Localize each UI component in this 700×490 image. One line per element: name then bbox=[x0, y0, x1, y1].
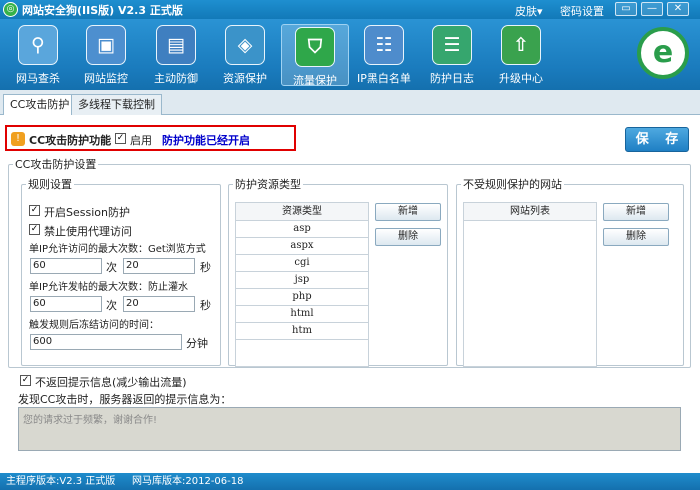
password-settings-link[interactable]: 密码设置 bbox=[560, 3, 604, 19]
toolbar-label: 主动防御 bbox=[154, 72, 198, 85]
list-item[interactable]: asp bbox=[236, 221, 368, 238]
tab-bar: CC攻击防护 多线程下载控制 bbox=[0, 90, 700, 116]
no-return-label: 不返回提示信息(减少输出流量) bbox=[35, 376, 187, 389]
app-window: ◎ 网站安全狗(IIS版) V2.3 正式版 皮肤▾ 密码设置 ▭ — ✕ ⚲ … bbox=[0, 0, 700, 490]
tab-cc-protection[interactable]: CC攻击防护 bbox=[3, 94, 77, 116]
resource-types-group: 防护资源类型 资源类型 asp aspx cgi jsp php html ht… bbox=[228, 176, 448, 367]
save-button[interactable]: 保 存 bbox=[625, 127, 689, 152]
toolbar-label: 资源保护 bbox=[223, 72, 267, 85]
db-version-text: 网马库版本:2012-06-18 bbox=[132, 476, 244, 487]
skin-menu[interactable]: 皮肤▾ bbox=[515, 3, 543, 19]
exempt-sites-legend: 不受规则保护的网站 bbox=[463, 178, 562, 191]
active-defense-icon: ▤ bbox=[156, 25, 196, 65]
toolbar-label: 网站监控 bbox=[84, 72, 128, 85]
minimize-button[interactable]: — bbox=[641, 2, 663, 16]
window-menu-icon: ▭ bbox=[621, 3, 631, 14]
close-button[interactable]: ✕ bbox=[667, 2, 689, 16]
minutes-unit: 分钟 bbox=[186, 337, 208, 350]
post-count-input[interactable]: 60 bbox=[30, 296, 102, 312]
window-title: 网站安全狗(IIS版) V2.3 正式版 bbox=[22, 4, 183, 17]
toolbar-label: 网马查杀 bbox=[16, 72, 60, 85]
site-list-header: 网站列表 bbox=[464, 203, 596, 221]
rules-group: 规则设置 ✓ 开启Session防护 ✓ 禁止使用代理访问 单IP允许访问的最大… bbox=[21, 176, 221, 366]
toolbar-label: IP黑白名单 bbox=[357, 72, 411, 85]
close-icon: ✕ bbox=[673, 3, 683, 14]
seconds-unit: 秒 bbox=[200, 261, 211, 274]
monitor-icon: ▣ bbox=[86, 25, 126, 65]
toolbar-label: 流量保护 bbox=[293, 74, 337, 87]
exempt-sites-group: 不受规则保护的网站 网站列表 新增 删除 bbox=[456, 176, 684, 367]
shield-warning-icon: ! bbox=[11, 132, 25, 146]
cc-enable-section: ! CC攻击防护功能 ✓ 启用 防护功能已经开启 bbox=[5, 125, 296, 151]
resource-list-header: 资源类型 bbox=[236, 203, 368, 221]
exempt-site-list[interactable]: 网站列表 bbox=[463, 202, 597, 367]
resource-type-list[interactable]: 资源类型 asp aspx cgi jsp php html htm bbox=[235, 202, 369, 367]
tab-download-control[interactable]: 多线程下载控制 bbox=[71, 94, 162, 115]
toolbar-site-monitor[interactable]: ▣ 网站监控 bbox=[72, 23, 140, 87]
return-message-label: 发现CC攻击时，服务器返回的提示信息为： bbox=[18, 393, 232, 406]
cc-enable-label: 启用 bbox=[130, 134, 152, 147]
no-return-checkbox[interactable]: ✓ bbox=[20, 375, 31, 386]
resource-types-legend: 防护资源类型 bbox=[235, 178, 301, 191]
freeze-time-label: 触发规则后冻结访问的时间： bbox=[29, 320, 159, 331]
trojan-scan-icon: ⚲ bbox=[18, 25, 58, 65]
cc-settings-legend: CC攻击防护设置 bbox=[15, 158, 97, 171]
title-bar: ◎ 网站安全狗(IIS版) V2.3 正式版 皮肤▾ 密码设置 ▭ — ✕ bbox=[0, 0, 700, 19]
ip-list-icon: ☷ bbox=[364, 25, 404, 65]
times-unit: 次 bbox=[106, 261, 117, 274]
log-icon: ☰ bbox=[432, 25, 472, 65]
list-item[interactable]: html bbox=[236, 306, 368, 323]
add-resource-button[interactable]: 新增 bbox=[375, 203, 441, 221]
status-bar: 主程序版本:V2.3 正式版 网马库版本:2012-06-18 bbox=[0, 473, 700, 490]
toolbar-trojan-scan[interactable]: ⚲ 网马查杀 bbox=[4, 23, 72, 87]
session-checkbox[interactable]: ✓ bbox=[29, 205, 40, 216]
seconds-unit: 秒 bbox=[200, 299, 211, 312]
upgrade-icon: ⇧ bbox=[501, 25, 541, 65]
list-item[interactable]: aspx bbox=[236, 238, 368, 255]
post-seconds-input[interactable]: 20 bbox=[123, 296, 195, 312]
visit-count-input[interactable]: 60 bbox=[30, 258, 102, 274]
list-item[interactable]: php bbox=[236, 289, 368, 306]
toolbar-active-defense[interactable]: ▤ 主动防御 bbox=[142, 23, 210, 87]
add-site-button[interactable]: 新增 bbox=[603, 203, 669, 221]
list-item[interactable]: cgi bbox=[236, 255, 368, 272]
toolbar-protect-log[interactable]: ☰ 防护日志 bbox=[418, 23, 486, 87]
toolbar-label: 防护日志 bbox=[430, 72, 474, 85]
session-label: 开启Session防护 bbox=[44, 206, 130, 219]
list-item[interactable]: htm bbox=[236, 323, 368, 340]
toolbar-traffic-protect[interactable]: ⛉ 流量保护 bbox=[281, 24, 349, 87]
cc-protection-panel: ! CC攻击防护功能 ✓ 启用 防护功能已经开启 保 存 CC攻击防护设置 规则… bbox=[0, 115, 700, 473]
minimize-icon: — bbox=[647, 3, 657, 14]
return-message-textarea[interactable]: 您的请求过于频繁，谢谢合作! bbox=[18, 407, 681, 451]
app-logo-icon: ◎ bbox=[3, 2, 18, 17]
rules-legend: 规则设置 bbox=[28, 178, 72, 191]
protection-status-text: 防护功能已经开启 bbox=[162, 134, 250, 147]
main-version-text: 主程序版本:V2.3 正式版 bbox=[6, 476, 116, 487]
proxy-checkbox[interactable]: ✓ bbox=[29, 224, 40, 235]
post-limit-label: 单IP允许发帖的最大次数：防止灌水 bbox=[29, 282, 188, 293]
freeze-time-input[interactable]: 600 bbox=[30, 334, 182, 350]
proxy-label: 禁止使用代理访问 bbox=[44, 225, 132, 238]
toolbar-label: 升级中心 bbox=[499, 72, 543, 85]
main-toolbar: ⚲ 网马查杀 ▣ 网站监控 ▤ 主动防御 ◈ 资源保护 ⛉ 流量保护 ☷ IP黑… bbox=[0, 19, 700, 90]
resource-protect-icon: ◈ bbox=[225, 25, 265, 65]
delete-resource-button[interactable]: 删除 bbox=[375, 228, 441, 246]
toolbar-ip-list[interactable]: ☷ IP黑白名单 bbox=[350, 23, 418, 87]
toolbar-resource-protect[interactable]: ◈ 资源保护 bbox=[211, 23, 279, 87]
visit-seconds-input[interactable]: 20 bbox=[123, 258, 195, 274]
window-menu-button[interactable]: ▭ bbox=[615, 2, 637, 16]
visit-limit-label: 单IP允许访问的最大次数：Get浏览方式 bbox=[29, 244, 206, 255]
toolbar-upgrade[interactable]: ⇧ 升级中心 bbox=[487, 23, 555, 87]
brand-logo-icon: e bbox=[637, 27, 689, 79]
cc-feature-title: CC攻击防护功能 bbox=[29, 134, 112, 147]
delete-site-button[interactable]: 删除 bbox=[603, 228, 669, 246]
list-item[interactable]: jsp bbox=[236, 272, 368, 289]
cc-enable-checkbox[interactable]: ✓ bbox=[115, 133, 126, 144]
times-unit: 次 bbox=[106, 299, 117, 312]
traffic-protect-icon: ⛉ bbox=[295, 27, 335, 67]
